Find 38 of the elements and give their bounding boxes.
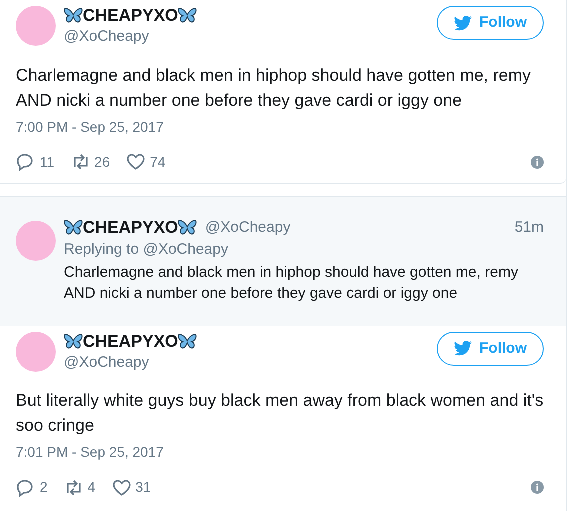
info-icon <box>531 156 544 168</box>
butterfly-icon <box>178 220 198 236</box>
user-handle: @XoCheapy <box>64 352 150 372</box>
tweet-timestamp: 7:00 PM - Sep 25, 2017 <box>16 118 165 137</box>
tweet-age: 51m <box>514 218 544 238</box>
butterfly-icon <box>64 8 83 24</box>
reply-icon <box>16 153 36 171</box>
tweet-text: Charlemagne and black men in hiphop should have gotten me, remy AND nicki a number one before they gave cardi or iggy one <box>64 262 520 304</box>
reply-count: 11 <box>40 152 55 172</box>
reply-icon <box>16 478 36 496</box>
bird-icon <box>454 16 472 30</box>
heart-icon <box>126 153 146 171</box>
display-name: CHEAPYXO <box>83 6 178 26</box>
replying-to: Replying to @XoCheapy <box>64 240 230 260</box>
heart-icon <box>112 478 132 496</box>
avatar[interactable] <box>16 220 56 260</box>
follow-button[interactable]: Follow <box>436 6 544 40</box>
avatar[interactable] <box>16 332 56 372</box>
retweet-count: 26 <box>94 152 110 172</box>
follow-button[interactable]: Follow <box>436 332 544 366</box>
user-handle: @XoCheapy <box>205 218 291 238</box>
avatar[interactable] <box>16 6 56 46</box>
butterfly-icon <box>64 334 83 350</box>
tweet-text: Charlemagne and black men in hiphop should have gotten me, remy AND nicki a number one before they gave cardi or iggy one <box>16 64 532 112</box>
display-name: CHEAPYXO <box>83 332 178 352</box>
info-icon <box>531 481 544 494</box>
butterfly-icon <box>178 8 198 24</box>
tweet-timestamp: 7:01 PM - Sep 25, 2017 <box>16 443 165 462</box>
like-count: 74 <box>150 152 166 172</box>
display-name: CHEAPYXO <box>83 218 178 238</box>
butterfly-icon <box>178 334 198 350</box>
tweet-text: But literally white guys buy black men away from black women and it's soo cringe <box>16 390 544 437</box>
reply-count: 2 <box>40 478 48 497</box>
retweet-count: 4 <box>88 478 96 497</box>
user-handle: @XoCheapy <box>64 27 150 47</box>
butterfly-icon <box>64 220 83 236</box>
bird-icon <box>454 341 472 356</box>
like-count: 31 <box>136 478 152 497</box>
